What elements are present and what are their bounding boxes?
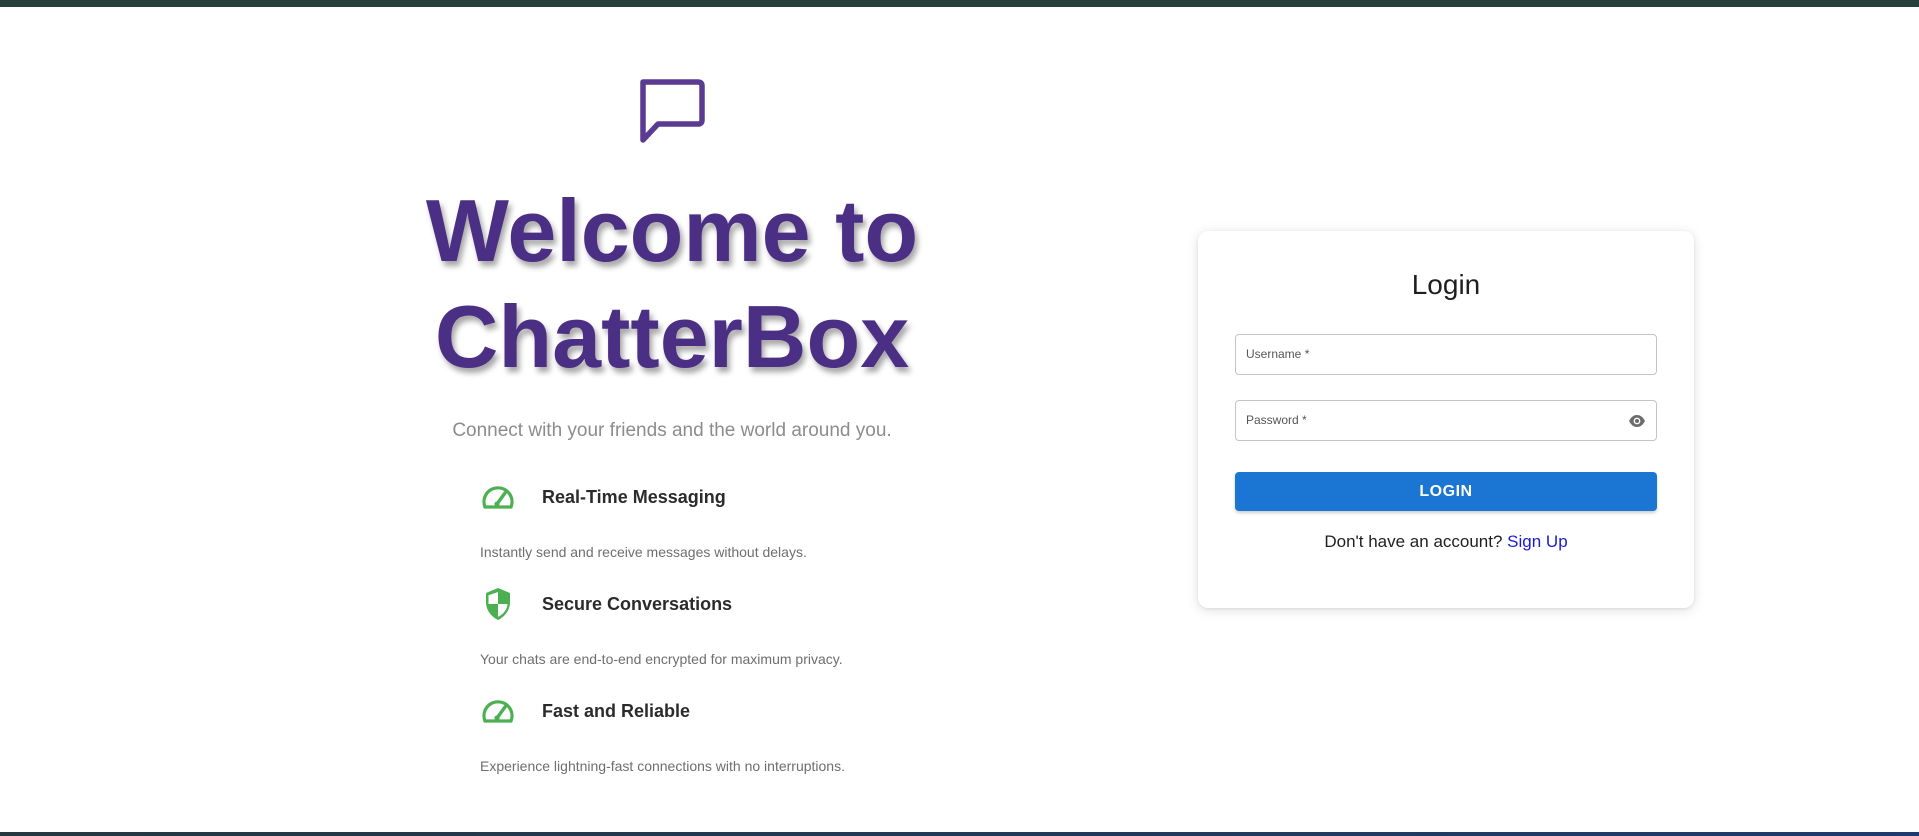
feature-real-time-messaging: Real-Time Messaging Instantly send and r… bbox=[480, 480, 940, 560]
hero-title: Welcome to ChatterBox bbox=[372, 178, 972, 390]
feature-title: Real-Time Messaging bbox=[542, 486, 726, 507]
shield-icon bbox=[480, 586, 516, 622]
speedometer-icon bbox=[480, 693, 516, 729]
signup-link[interactable]: Sign Up bbox=[1507, 532, 1567, 551]
hero-subtitle: Connect with your friends and the world … bbox=[452, 420, 892, 441]
hero-title-line2: ChatterBox bbox=[434, 287, 910, 386]
hero-title-line1: Welcome to bbox=[425, 181, 919, 280]
password-field[interactable]: Password * bbox=[1235, 400, 1657, 441]
login-title: Login bbox=[1411, 269, 1481, 300]
password-input[interactable] bbox=[1236, 401, 1656, 440]
eye-icon[interactable] bbox=[1626, 411, 1648, 431]
feature-fast-and-reliable: Fast and Reliable Experience lightning-f… bbox=[480, 694, 940, 774]
feature-secure-conversations: Secure Conversations Your chats are end-… bbox=[480, 587, 940, 667]
login-button[interactable]: LOGIN bbox=[1235, 472, 1657, 511]
feature-description: Experience lightning-fast connections wi… bbox=[480, 758, 845, 774]
feature-description: Your chats are end-to-end encrypted for … bbox=[480, 651, 843, 667]
username-input[interactable] bbox=[1236, 335, 1656, 374]
speedometer-icon bbox=[480, 479, 516, 515]
top-accent-bar bbox=[0, 0, 1919, 7]
bottom-accent-bar bbox=[0, 832, 1919, 836]
signup-row: Don't have an account? Sign Up bbox=[1198, 532, 1694, 552]
feature-description: Instantly send and receive messages with… bbox=[480, 544, 807, 560]
signup-prompt: Don't have an account? bbox=[1324, 532, 1503, 551]
login-card: Login Username * Password * LOGIN Don't … bbox=[1198, 231, 1694, 608]
username-field[interactable]: Username * bbox=[1235, 334, 1657, 375]
feature-title: Secure Conversations bbox=[542, 593, 733, 614]
chat-bubble-icon bbox=[632, 70, 712, 150]
feature-title: Fast and Reliable bbox=[542, 700, 691, 721]
